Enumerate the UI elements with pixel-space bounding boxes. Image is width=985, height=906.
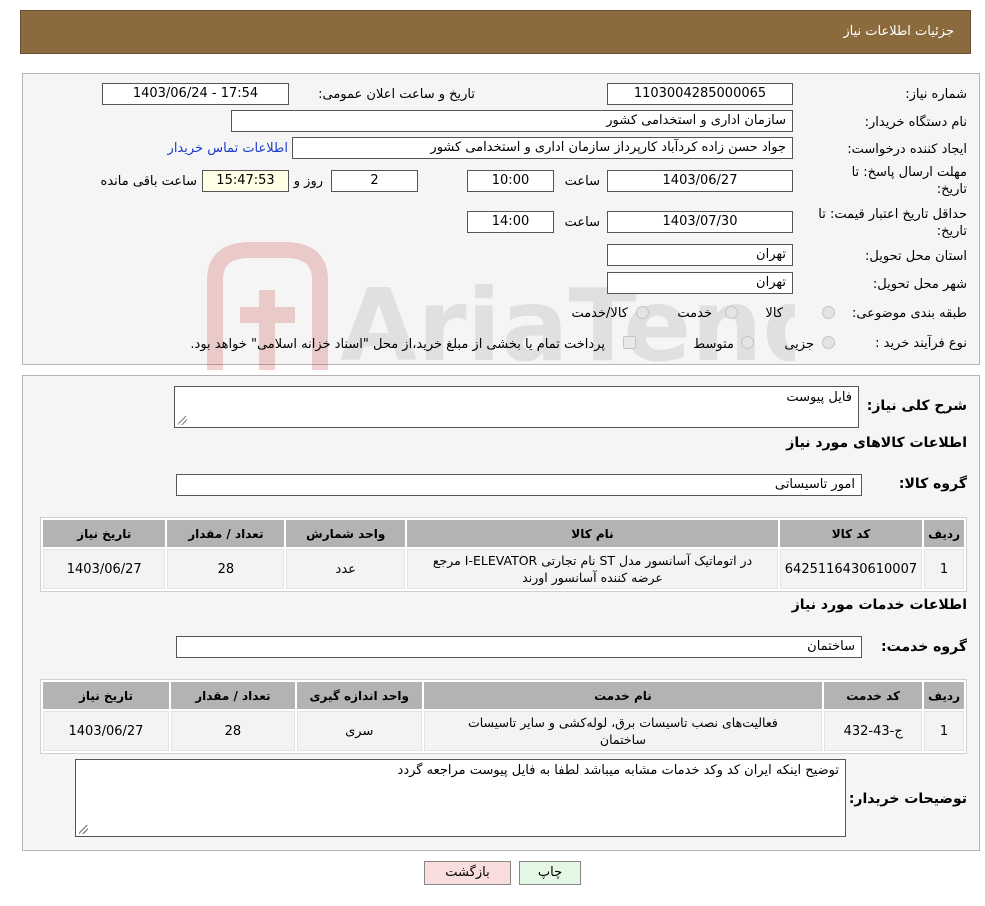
cell-name-line1: فعالیت‌های نصب تاسیسات برق، لوله‌کشی و س…	[467, 715, 778, 730]
price-validity-date-field: 1403/07/30	[607, 211, 793, 233]
col-row: ردیف	[924, 682, 964, 709]
col-unit: واحد شمارش	[286, 520, 406, 547]
goods-group-label: گروه کالا:	[898, 476, 967, 492]
col-qty: تعداد / مقدار	[167, 520, 285, 547]
back-button[interactable]: بازگشت	[424, 861, 511, 885]
category-label: طبقه بندی موضوعی:	[851, 306, 967, 321]
reply-deadline-label: مهلت ارسال پاسخ: تا تاریخ:	[797, 164, 967, 198]
buyer-notes-textarea[interactable]: توضیح اینکه ایران کد وکد خدمات مشابه میب…	[75, 759, 846, 837]
treasury-payment-note: پرداخت تمام یا بخشی از مبلغ خرید،از محل …	[190, 337, 605, 352]
buyer-notes-label: توضیحات خریدار:	[848, 791, 967, 807]
summary-text: فایل پیوست	[786, 390, 852, 405]
cell-name: در اتوماتیک آسانسور مدل ST نام تجارتی I-…	[407, 549, 778, 589]
col-row: ردیف	[924, 520, 964, 547]
price-validity-label-line1: حداقل تاریخ اعتبار قیمت: تا	[818, 207, 967, 222]
col-measure-unit: واحد اندازه گیری	[296, 682, 422, 709]
cell-date: 1403/06/27	[43, 549, 166, 589]
services-group-label: گروه خدمت:	[881, 639, 967, 655]
treasury-payment-checkbox[interactable]	[623, 336, 636, 349]
category-goods-service-label: کالا/خدمت	[571, 306, 628, 321]
goods-table-header: ردیف کد کالا نام کالا واحد شمارش تعداد /…	[43, 520, 964, 547]
cell-name-line1: در اتوماتیک آسانسور مدل ST نام تجارتی I-…	[432, 553, 753, 568]
process-minor-radio[interactable]	[822, 336, 835, 349]
col-goods-code: کد کالا	[779, 520, 923, 547]
summary-textarea[interactable]: فایل پیوست	[174, 386, 859, 428]
cell-unit: سری	[296, 711, 422, 751]
buyer-contact-link[interactable]: اطلاعات تماس خریدار	[168, 141, 288, 156]
table-row: 1 6425116430610007 در اتوماتیک آسانسور م…	[43, 549, 964, 589]
price-validity-label: حداقل تاریخ اعتبار قیمت: تا تاریخ:	[777, 206, 967, 240]
cell-qty: 28	[167, 549, 285, 589]
buyer-notes-text: توضیح اینکه ایران کد وکد خدمات مشابه میب…	[397, 763, 839, 778]
print-button[interactable]: چاپ	[519, 861, 581, 885]
announce-datetime-label: تاریخ و ساعت اعلان عمومی:	[318, 87, 475, 102]
reply-deadline-date-field: 1403/06/27	[607, 170, 793, 192]
delivery-city-label: شهر محل تحویل:	[872, 277, 967, 292]
category-goods-label: کالا	[765, 306, 783, 321]
cell-name: فعالیت‌های نصب تاسیسات برق، لوله‌کشی و س…	[423, 711, 823, 751]
purchase-process-label: نوع فرآیند خرید :	[875, 336, 967, 351]
process-medium-radio[interactable]	[741, 336, 754, 349]
goods-group-field: امور تاسیساتی	[176, 474, 862, 496]
requester-field: جواد حسن زاده کردآباد کارپرداز سازمان اد…	[292, 137, 793, 159]
reply-deadline-label-line1: مهلت ارسال پاسخ: تا	[851, 165, 967, 180]
remaining-days-field: 2	[331, 170, 418, 192]
category-service-label: خدمت	[677, 306, 712, 321]
remaining-days-label: روز و	[293, 174, 323, 189]
reply-deadline-time-field: 10:00	[467, 170, 554, 192]
table-row: 1 ج-43-432 فعالیت‌های نصب تاسیسات برق، ل…	[43, 711, 964, 751]
category-goods-service-radio[interactable]	[636, 306, 649, 319]
col-goods-name: نام کالا	[407, 520, 778, 547]
reply-deadline-time-label: ساعت	[564, 174, 600, 189]
remaining-time-label: ساعت باقی مانده	[100, 174, 197, 189]
col-need-date: تاریخ نیاز	[43, 520, 166, 547]
cell-row: 1	[924, 711, 964, 751]
page-title: جزئیات اطلاعات نیاز	[843, 24, 954, 39]
price-validity-time-label: ساعت	[564, 215, 600, 230]
category-service-radio[interactable]	[725, 306, 738, 319]
cell-name-line2: ساختمان	[599, 732, 646, 747]
col-need-date: تاریخ نیاز	[43, 682, 169, 709]
process-medium-label: متوسط	[693, 337, 734, 352]
services-group-field: ساختمان	[176, 636, 862, 658]
resize-grip-icon[interactable]	[79, 825, 88, 834]
buyer-org-field: سازمان اداری و استخدامی کشور	[231, 110, 793, 132]
services-section-title: اطلاعات خدمات مورد نیاز	[791, 597, 967, 613]
need-number-field: 1103004285000065	[607, 83, 793, 105]
summary-label: شرح کلی نیاز:	[866, 398, 967, 414]
cell-name-line2: عرضه کننده آسانسور اورند	[522, 570, 663, 585]
delivery-province-field: تهران	[607, 244, 793, 266]
goods-section-title: اطلاعات کالاهای مورد نیاز	[786, 435, 967, 451]
cell-date: 1403/06/27	[43, 711, 169, 751]
col-service-name: نام خدمت	[423, 682, 823, 709]
services-table: ردیف کد خدمت نام خدمت واحد اندازه گیری ت…	[40, 679, 967, 754]
announce-datetime-field: 1403/06/24 - 17:54	[102, 83, 289, 105]
cell-code: 6425116430610007	[779, 549, 923, 589]
category-goods-radio[interactable]	[822, 306, 835, 319]
process-minor-label: جزیی	[784, 337, 814, 352]
buyer-org-label: نام دستگاه خریدار:	[864, 115, 967, 130]
delivery-province-label: استان محل تحویل:	[865, 249, 967, 264]
cell-qty: 28	[170, 711, 295, 751]
page-header: جزئیات اطلاعات نیاز	[20, 10, 971, 54]
remaining-time-field: 15:47:53	[202, 170, 289, 192]
need-number-label: شماره نیاز:	[905, 87, 967, 102]
delivery-city-field: تهران	[607, 272, 793, 294]
goods-table: ردیف کد کالا نام کالا واحد شمارش تعداد /…	[40, 517, 967, 592]
cell-row: 1	[924, 549, 964, 589]
col-qty: تعداد / مقدار	[170, 682, 295, 709]
reply-deadline-label-line2: تاریخ:	[936, 182, 967, 197]
price-validity-time-field: 14:00	[467, 211, 554, 233]
price-validity-label-line2: تاریخ:	[936, 224, 967, 239]
col-service-code: کد خدمت	[824, 682, 923, 709]
requester-label: ایجاد کننده درخواست:	[847, 142, 967, 157]
cell-code: ج-43-432	[824, 711, 923, 751]
cell-unit: عدد	[286, 549, 406, 589]
resize-grip-icon[interactable]	[178, 416, 187, 425]
services-table-header: ردیف کد خدمت نام خدمت واحد اندازه گیری ت…	[43, 682, 964, 709]
